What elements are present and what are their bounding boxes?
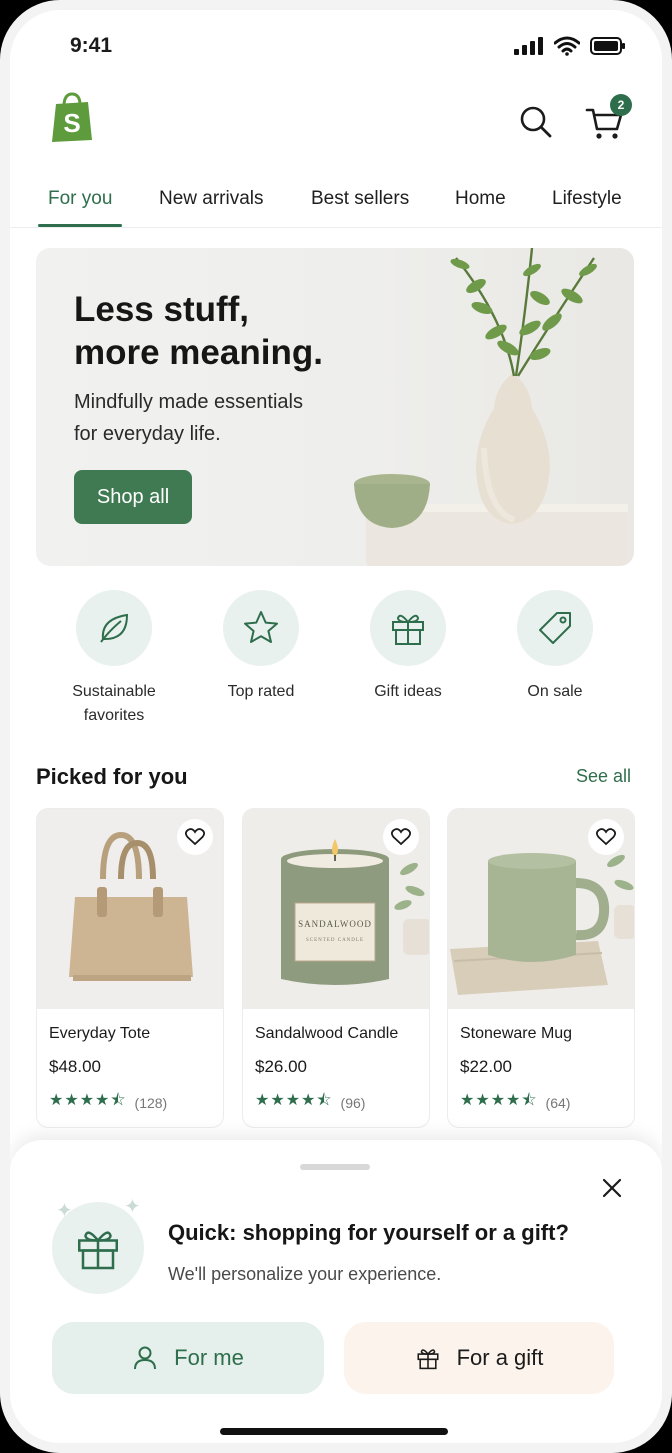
category-sustainable[interactable]: Sustainable favorites	[44, 590, 184, 728]
product-name: Everyday Tote	[49, 1025, 151, 1042]
review-count: (128)	[134, 1094, 168, 1111]
category-label: Gift ideas	[374, 683, 442, 700]
gift-icon	[78, 1231, 118, 1270]
product-name: Stoneware Mug	[460, 1025, 573, 1042]
review-count: (64)	[545, 1094, 571, 1111]
product-image	[37, 809, 223, 1009]
signal-icon	[514, 37, 543, 55]
category-on-sale[interactable]: On sale	[485, 590, 625, 704]
wifi-icon	[554, 36, 580, 56]
sheet-title: Quick: shopping for yourself or a gift?	[168, 1220, 569, 1245]
category-label-line1: Sustainable	[72, 683, 156, 700]
status-icons	[514, 36, 626, 56]
heart-icon	[596, 828, 616, 846]
favorite-button[interactable]	[383, 819, 419, 855]
app-screen: 9:41 S 2 For you New arrivals Best selle…	[0, 0, 672, 1453]
favorite-button[interactable]	[588, 819, 624, 855]
candle-label-text: SANDALWOOD	[298, 919, 372, 929]
gift-icon	[417, 1349, 439, 1370]
rating-stars-icon: ★★★★⯪	[460, 1092, 538, 1109]
product-rating: ★★★★⯪ (96)	[255, 1089, 365, 1116]
rating-stars-icon: ★★★★⯪	[49, 1092, 127, 1109]
product-card[interactable]: Stoneware Mug $22.00 ★★★★⯪ (64)	[447, 808, 635, 1128]
category-label: Top rated	[227, 683, 295, 700]
category-circle	[370, 590, 446, 666]
hero-subtitle-line1: Mindfully made essentials	[74, 391, 303, 413]
category-label-line2: favorites	[83, 707, 145, 724]
product-name: Sandalwood Candle	[255, 1025, 399, 1042]
for-a-gift-button[interactable]: For a gift	[344, 1322, 614, 1394]
shopify-logo[interactable]: S	[48, 92, 96, 144]
star-icon	[244, 611, 278, 643]
hero-subtitle: Mindfully made essentials for everyday l…	[74, 386, 354, 450]
for-me-label: For me	[174, 1345, 244, 1370]
favorite-button[interactable]	[177, 819, 213, 855]
category-circle	[223, 590, 299, 666]
product-rating: ★★★★⯪ (64)	[460, 1089, 570, 1116]
category-shortcuts: Sustainable favorites Top rated Gift ide…	[10, 590, 662, 730]
product-rating: ★★★★⯪ (128)	[49, 1089, 167, 1116]
status-bar: 9:41	[10, 10, 662, 90]
category-gift-ideas[interactable]: Gift ideas	[338, 590, 478, 704]
svg-text:S: S	[63, 108, 80, 138]
shop-all-button[interactable]: Shop all	[74, 470, 192, 524]
candle-label-subtext: SCENTED CANDLE	[306, 938, 364, 943]
sheet-grabber[interactable]	[300, 1164, 370, 1170]
home-indicator[interactable]	[220, 1428, 448, 1435]
tag-icon	[539, 612, 571, 644]
hero-banner: Less stuff, more meaning. Mindfully made…	[36, 248, 634, 566]
rating-stars-icon: ★★★★⯪	[255, 1092, 333, 1109]
product-price: $48.00	[49, 1057, 101, 1076]
leaf-icon	[100, 613, 129, 643]
review-count: (96)	[340, 1094, 366, 1111]
battery-icon	[590, 37, 625, 55]
tab-home[interactable]: Home	[455, 188, 506, 210]
heart-icon	[185, 828, 205, 846]
heart-icon	[391, 828, 411, 846]
product-image: SANDALWOOD SCENTED CANDLE	[243, 809, 429, 1009]
status-time: 9:41	[70, 34, 113, 57]
category-circle	[517, 590, 593, 666]
search-icon[interactable]	[516, 102, 556, 142]
section-title: Picked for you	[36, 764, 188, 789]
tab-lifestyle[interactable]: Lifestyle	[552, 188, 622, 210]
vase-plant-image	[354, 248, 628, 566]
category-label: Sustainable favorites	[44, 680, 184, 728]
gift-icon	[392, 614, 424, 645]
gift-badge	[52, 1202, 144, 1294]
tab-best-sellers[interactable]: Best sellers	[311, 188, 409, 210]
product-card[interactable]: SANDALWOOD SCENTED CANDLE Sandalwood Can…	[242, 808, 430, 1128]
for-me-button[interactable]: For me	[52, 1322, 324, 1394]
personalize-bottom-sheet: ✦ ✦ Quick: shopping for yourself or a gi…	[10, 1140, 662, 1443]
for-a-gift-label: For a gift	[456, 1345, 544, 1370]
tab-for-you[interactable]: For you	[48, 188, 112, 210]
product-card[interactable]: Everyday Tote $48.00 ★★★★⯪ (128)	[36, 808, 224, 1128]
product-price: $22.00	[460, 1057, 512, 1076]
category-circle	[76, 590, 152, 666]
cart-count-badge: 2	[610, 94, 632, 116]
category-label: On sale	[527, 683, 583, 700]
close-icon[interactable]	[600, 1176, 624, 1200]
category-top-rated[interactable]: Top rated	[191, 590, 331, 704]
sheet-subtitle: We'll personalize your experience.	[168, 1264, 442, 1284]
product-price: $26.00	[255, 1057, 307, 1076]
product-image	[448, 809, 634, 1009]
person-icon	[134, 1346, 157, 1370]
phone-frame: 9:41 S 2 For you New arrivals Best selle…	[0, 0, 672, 1453]
tab-new-arrivals[interactable]: New arrivals	[159, 188, 264, 210]
category-tabs: For you New arrivals Best sellers Home L…	[10, 176, 662, 228]
see-all-link[interactable]: See all	[576, 766, 631, 787]
active-tab-indicator	[38, 224, 122, 227]
hero-subtitle-line2: for everyday life.	[74, 423, 221, 445]
